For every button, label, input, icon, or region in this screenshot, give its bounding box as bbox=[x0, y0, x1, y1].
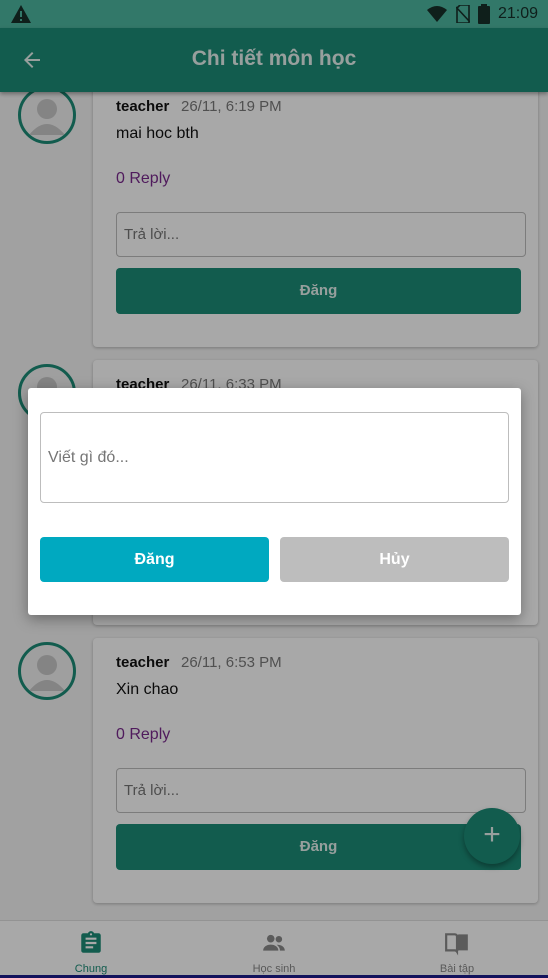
dialog-post-button[interactable]: Đăng bbox=[40, 537, 269, 582]
compose-input[interactable] bbox=[40, 412, 509, 503]
dialog-cancel-button[interactable]: Hủy bbox=[280, 537, 509, 582]
compose-dialog: Đăng Hủy bbox=[28, 388, 521, 615]
